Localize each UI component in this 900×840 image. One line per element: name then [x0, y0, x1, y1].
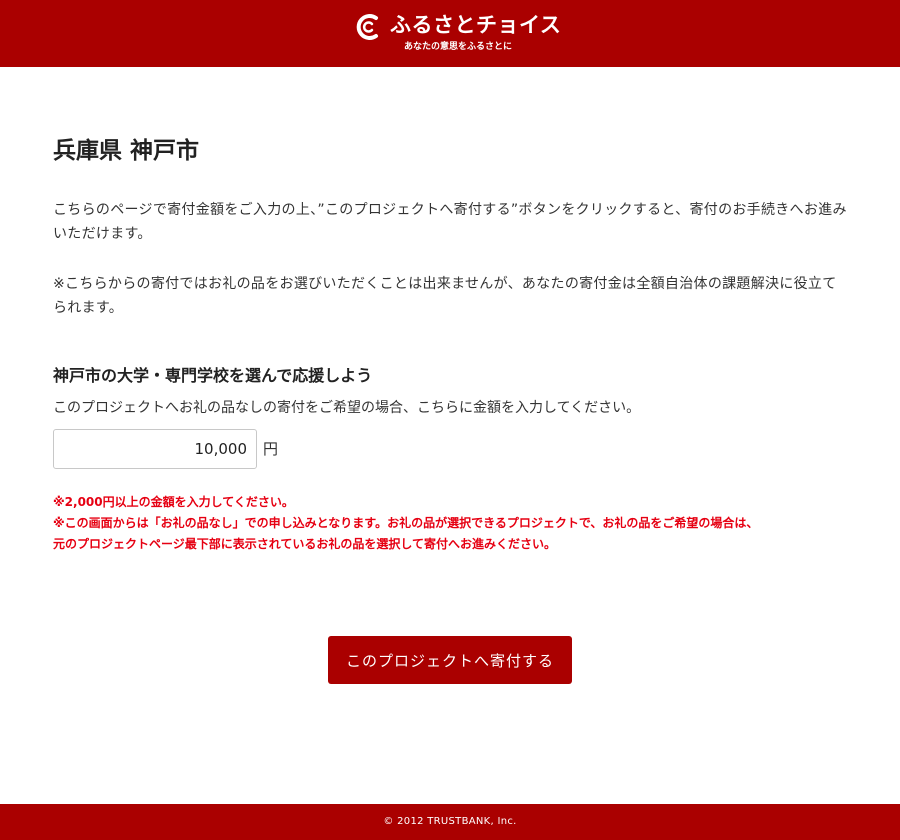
- intro-text: こちらのページで寄付金額をご入力の上、”このプロジェクトへ寄付する”ボタンをクリ…: [53, 202, 847, 242]
- site-logo[interactable]: ふるさとチョイス あなたの意思をふるさとに: [354, 9, 561, 59]
- project-title: 神戸市の大学・専門学校を選んで応援しよう: [53, 366, 373, 385]
- donate-button[interactable]: このプロジェクトへ寄付する: [328, 636, 572, 684]
- donation-amount-input[interactable]: [53, 429, 257, 469]
- warning-line: ※この画面からは「お礼の品なし」での申し込みとなります。お礼の品が選択できるプロ…: [53, 516, 759, 530]
- warning-line: 元のプロジェクトページ最下部に表示されているお礼の品を選択して寄付へお進みくださ…: [53, 537, 557, 551]
- amount-unit: 円: [263, 440, 279, 458]
- note-text: ※こちらからの寄付ではお礼の品をお選びいただくことは出来ませんが、あなたの寄付金…: [53, 276, 837, 316]
- site-header: ふるさとチョイス あなたの意思をふるさとに: [0, 0, 900, 67]
- warning-messages: ※2,000円以上の金額を入力してください。 ※この画面からは「お礼の品なし」で…: [53, 492, 853, 555]
- logo-tagline: あなたの意思をふるさとに: [404, 42, 513, 52]
- site-footer: © 2012 TRUSTBANK, Inc.: [0, 804, 900, 840]
- furusato-choice-logo-icon: [356, 14, 378, 40]
- page-title: 兵庫県 神戸市: [53, 138, 200, 164]
- project-description: このプロジェクトへお礼の品なしの寄付をご希望の場合、こちらに金額を入力してくださ…: [53, 400, 641, 416]
- logo-name: ふるさとチョイス: [390, 13, 562, 37]
- copyright-text: © 2012 TRUSTBANK, Inc.: [383, 816, 517, 827]
- warning-line: ※2,000円以上の金額を入力してください。: [53, 495, 294, 509]
